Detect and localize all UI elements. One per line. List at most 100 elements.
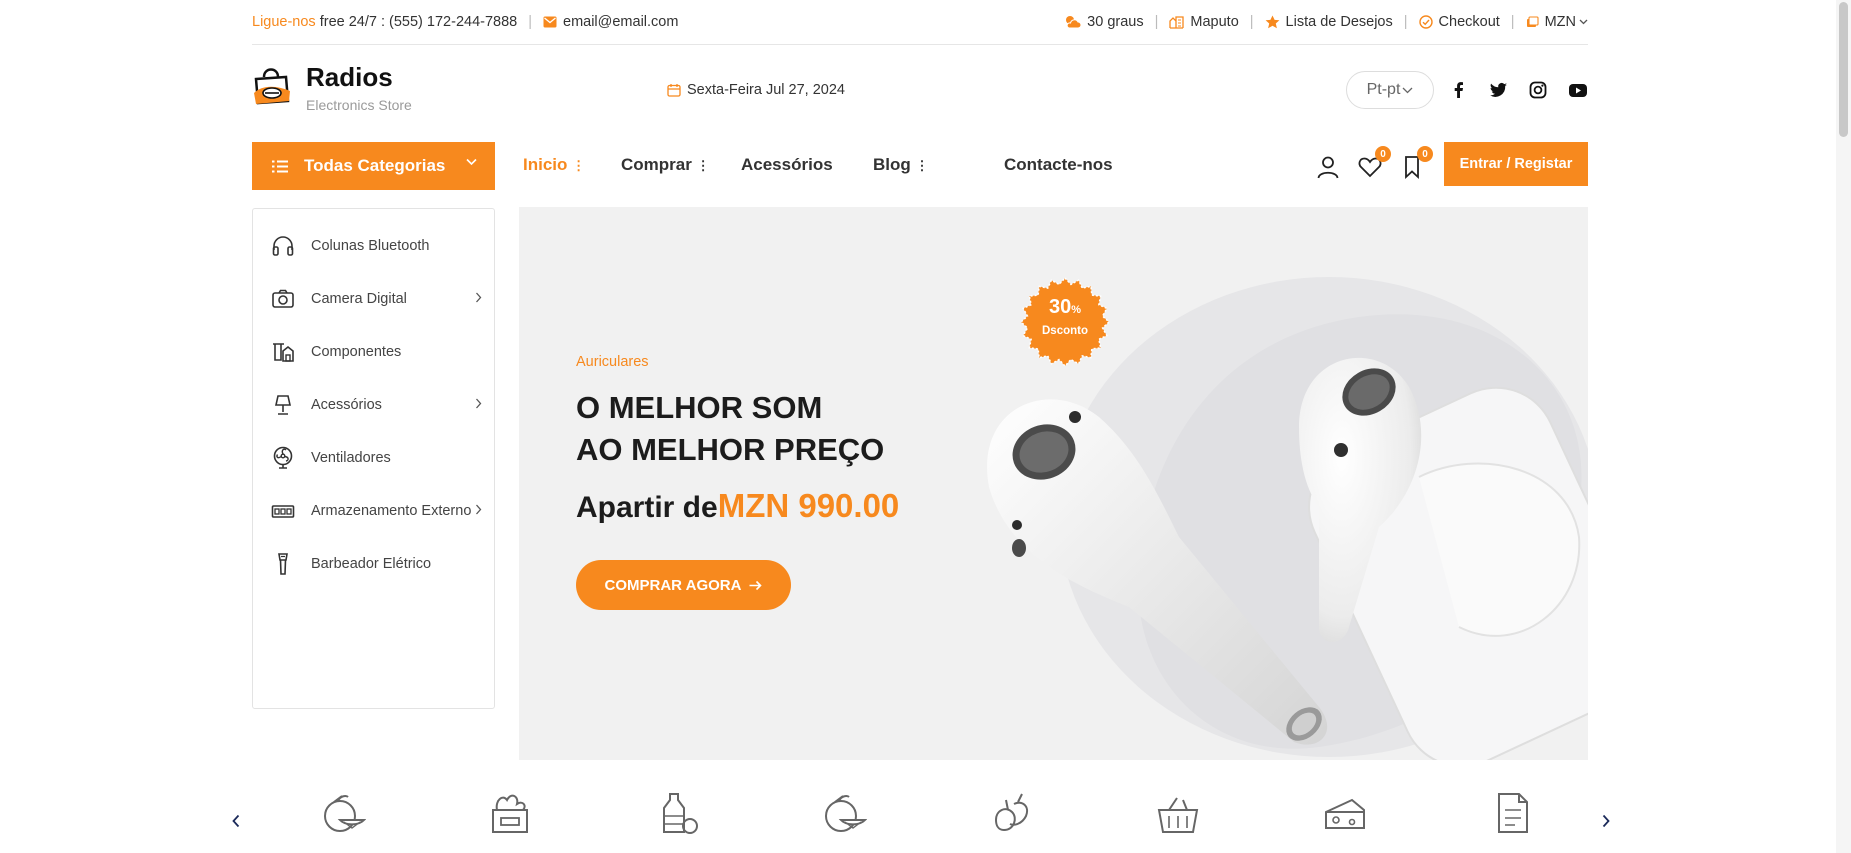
twitter-icon[interactable] [1489, 81, 1508, 99]
site-header: Radios Electronics Store Sexta-Feira Jul… [252, 55, 1588, 125]
social-links [1450, 81, 1588, 99]
calendar-icon [667, 83, 681, 97]
chevron-right-icon [476, 398, 482, 409]
fruit-icon[interactable] [821, 790, 867, 836]
weather-text: 30 graus [1087, 14, 1144, 30]
checkout-link[interactable]: Checkout [1439, 14, 1500, 30]
nav-item-contacte-nos[interactable]: Contacte-nos [1004, 155, 1113, 175]
shaver-icon [278, 553, 288, 575]
category-label: Acessórios [311, 397, 382, 413]
divider: | [1249, 14, 1254, 30]
language-value: Pt-pt [1366, 81, 1401, 98]
list-icon [272, 160, 288, 172]
document-icon[interactable] [1489, 790, 1535, 836]
discount-badge: 30% Dsconto [1020, 296, 1110, 337]
grocery-box-icon[interactable] [487, 790, 533, 836]
basket-icon[interactable] [1155, 790, 1201, 836]
page-scrollbar[interactable] [1836, 0, 1851, 853]
current-date: Sexta-Feira Jul 27, 2024 [667, 82, 845, 98]
nav-icons: 0 0 [1315, 146, 1433, 180]
account-button[interactable] [1315, 154, 1341, 180]
category-label: Camera Digital [311, 291, 407, 307]
category-item-componentes[interactable]: Componentes [271, 337, 482, 367]
top-bar-left: Ligue-nos free 24/7 : (555) 172-244-7888… [252, 14, 678, 30]
all-categories-label: Todas Categorias [304, 156, 446, 175]
brand-tagline: Electronics Store [306, 97, 412, 113]
currency-icon [1526, 15, 1539, 29]
language-select[interactable]: Pt-pt [1346, 71, 1434, 109]
currency-select[interactable]: MZN [1545, 14, 1576, 30]
category-item-armazenamento-externo[interactable]: Armazenamento Externo [271, 496, 482, 526]
hero-title-line-2: AO MELHOR PREÇO [576, 432, 885, 467]
top-bar-right: 30 graus | Maputo | Lista de Desejos | C… [1064, 14, 1588, 30]
email-link[interactable]: email@email.com [563, 14, 678, 30]
login-register-button[interactable]: Entrar / Registar [1444, 142, 1588, 186]
more-vert-icon: ⋮ [696, 158, 710, 173]
city-icon [1169, 15, 1185, 29]
wishlist-button[interactable]: 0 [1357, 146, 1391, 180]
weather-icon [1064, 15, 1082, 29]
price-value: MZN 990.00 [717, 487, 900, 524]
nav-item-comprar[interactable]: Comprar ⋮ [621, 155, 710, 175]
chevron-right-icon[interactable] [1601, 814, 1611, 828]
nav-item-label: Acessórios [741, 155, 833, 174]
discount-label: Dsconto [1042, 325, 1088, 337]
fan-icon [273, 446, 293, 469]
storage-icon [271, 505, 295, 518]
saved-count-badge: 0 [1417, 146, 1433, 162]
shop-now-button[interactable]: COMPRAR AGORA [576, 560, 791, 610]
divider: | [1403, 14, 1408, 30]
lamp-icon [275, 395, 291, 415]
scrollbar-thumb[interactable] [1839, 2, 1848, 137]
hero-price: Apartir deMZN 990.00 [576, 487, 899, 525]
price-prefix: Apartir de [576, 491, 718, 524]
facebook-icon[interactable] [1450, 81, 1468, 99]
cheese-icon[interactable] [1322, 790, 1368, 836]
category-item-acessorios[interactable]: Acessórios [271, 390, 482, 420]
check-circle-icon [1418, 15, 1433, 29]
wishlist-link[interactable]: Lista de Desejos [1286, 14, 1393, 30]
shop-now-label: COMPRAR AGORA [604, 576, 742, 594]
components-icon [273, 343, 294, 362]
category-label: Ventiladores [311, 450, 391, 466]
chevron-right-icon [476, 292, 482, 303]
all-categories-button[interactable]: Todas Categorias [252, 142, 495, 190]
saved-button[interactable]: 0 [1399, 146, 1433, 180]
hero-subtitle: Auriculares [576, 354, 649, 370]
vegetables-icon[interactable] [988, 790, 1034, 836]
nav-item-blog[interactable]: Blog ⋮ [873, 155, 929, 175]
divider: | [528, 14, 532, 30]
city-link[interactable]: Maputo [1190, 14, 1238, 30]
bottle-icon[interactable] [654, 790, 700, 836]
category-sidebar: Colunas Bluetooth Camera Digital Compone… [252, 208, 495, 709]
headphones-icon [272, 236, 294, 256]
nav-item-label: Inicio [523, 155, 568, 174]
category-item-camera-digital[interactable]: Camera Digital [271, 284, 482, 314]
camera-icon [272, 289, 294, 308]
hero-banner[interactable]: 30% Dsconto Auriculares O MELHOR SOM AO … [519, 207, 1588, 760]
category-label: Armazenamento Externo [311, 503, 472, 519]
call-text: free 24/7 : (555) 172-244-7888 [319, 14, 518, 30]
chevron-left-icon[interactable] [231, 814, 241, 828]
arrow-right-icon [749, 580, 763, 590]
youtube-icon[interactable] [1568, 81, 1588, 99]
category-label: Colunas Bluetooth [311, 238, 430, 254]
divider: | [1510, 14, 1515, 30]
category-item-colunas-bluetooth[interactable]: Colunas Bluetooth [271, 231, 482, 261]
nav-item-acessorios[interactable]: Acessórios [741, 155, 833, 175]
category-item-barbeador-eletrico[interactable]: Barbeador Elétrico [271, 549, 482, 579]
instagram-icon[interactable] [1529, 81, 1547, 99]
fruit-icon[interactable] [320, 790, 366, 836]
call-label: Ligue-nos [252, 14, 316, 30]
category-label: Barbeador Elétrico [311, 556, 432, 572]
user-icon [1317, 156, 1339, 179]
nav-item-label: Comprar [621, 155, 692, 174]
nav-item-inicio[interactable]: Inicio ⋮ [523, 155, 585, 175]
category-icon-carousel [0, 790, 1851, 850]
category-item-ventiladores[interactable]: Ventiladores [271, 443, 482, 473]
chevron-down-icon [1579, 19, 1588, 25]
logo[interactable]: Radios Electronics Store [252, 63, 412, 113]
hero-title-line-1: O MELHOR SOM [576, 390, 823, 425]
mail-icon [543, 16, 557, 28]
more-vert-icon: ⋮ [572, 158, 586, 173]
